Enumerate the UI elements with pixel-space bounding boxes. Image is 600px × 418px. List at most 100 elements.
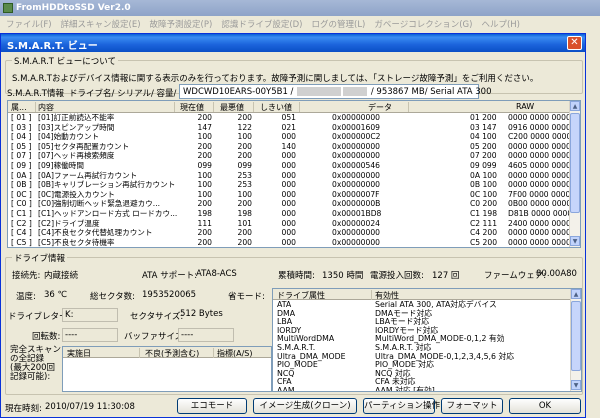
col-worst[interactable]: 最悪値 <box>220 102 244 113</box>
current-value: 200 <box>197 141 213 151</box>
threshold-value: 000 <box>281 132 297 142</box>
worst-value: 253 <box>237 180 253 190</box>
power-count-label: 電源投入回数: <box>370 271 424 281</box>
attr-content: [0C]電源投入カウント <box>38 189 115 199</box>
menu-garbage-collection[interactable]: ガベージコレクション(G) <box>370 16 477 30</box>
col-attr-id[interactable]: 属... <box>11 102 27 113</box>
col-threshold[interactable]: しきい値 <box>260 102 292 113</box>
clone-image-button[interactable]: イメージ生成(クローン) <box>253 398 357 414</box>
attr-scroll-thumb[interactable] <box>571 301 581 371</box>
col-data[interactable]: データ <box>368 102 392 113</box>
data-value: 0x00001BD8 <box>332 208 382 218</box>
attr-validity: AAM 対応 [有効] <box>375 385 435 392</box>
attr-scroll-up-icon[interactable]: ▲ <box>571 289 581 299</box>
attr-content: [C6]エラー訂正不能率 <box>38 247 115 248</box>
current-value: 100 <box>197 132 213 142</box>
worst-value: 200 <box>237 228 253 238</box>
current-value: 200 <box>178 247 212 248</box>
ok-button[interactable]: OK <box>509 398 581 414</box>
app-menubar: ファイル(F) 詳細スキャン設定(E) 故障予測設定(P) 認識ドライブ設定(D… <box>0 16 600 30</box>
dialog-title: S.M.A.R.T. ビュー <box>7 41 98 52</box>
smart-row[interactable]: [ 03 ] [03]スピンアップ時間 147 122 021 0x00001609 03 … <box>8 122 571 133</box>
menu-file[interactable]: ファイル(F) <box>2 16 57 30</box>
data-value: 0x00000000 <box>332 151 380 161</box>
serial-redacted-2 <box>343 87 368 96</box>
close-button[interactable]: ✕ <box>567 36 582 50</box>
raw-head: 0B 100 <box>470 180 497 190</box>
about-text: S.M.A.R.Tおよびデバイス情報に関する表示のみを行っております。故障予測に… <box>12 74 539 84</box>
col-raw[interactable]: RAW <box>516 102 534 111</box>
col-current[interactable]: 現在値 <box>180 102 204 113</box>
scroll-thumb[interactable] <box>570 113 580 213</box>
current-value: 111 <box>197 218 213 228</box>
full-scan-history-table[interactable]: 実施日 不良(予測含む) 指標(A/S) <box>62 346 272 392</box>
raw-tail: 2400 0000 0000 <box>508 218 571 228</box>
threshold-value: 140 <box>281 141 297 151</box>
smart-row[interactable]: [ C2 ] [C2]ドライブ温度 111 101 000 0x00000024 C2 11… <box>8 218 571 229</box>
raw-head: C5 200 <box>470 237 498 247</box>
smart-row[interactable]: [ 0B ] [0B]キャリブレーション再試行カウント 100 253 000 0x000… <box>8 180 571 190</box>
col-index[interactable]: 指標(A/S) <box>217 348 253 359</box>
raw-tail: 7F00 0000 0000 <box>508 189 571 199</box>
smart-table-body: [ 01 ] [01]訂正前読込不能率 200 200 051 0x00000000 01 … <box>8 113 572 248</box>
smart-row[interactable]: [ C0 ] [C0]強制切断ヘッド緊急退避カウ... 200 200 000 0x000… <box>8 199 571 209</box>
menu-log[interactable]: ログの管理(L) <box>308 16 371 30</box>
smart-row[interactable]: [ 0A ] [0A]ファーム再試行カウント 100 253 000 0x00000000… <box>8 171 571 181</box>
current-value: 147 <box>197 122 213 132</box>
raw-head: 07 200 <box>470 151 497 161</box>
format-button[interactable]: フォーマット <box>441 398 503 414</box>
smart-row[interactable]: [ 07 ] [07]ヘッド再検索頻度 200 200 000 0x00000000 07 … <box>8 151 571 161</box>
smart-row[interactable]: [ 01 ] [01]訂正前読込不能率 200 200 051 0x00000000 01 … <box>8 113 571 123</box>
smart-row[interactable]: [ 04 ] [04]始動カウント 100 100 000 0x000000C2 04 10… <box>8 132 571 142</box>
current-time-value: 2010/07/19 11:30:08 <box>45 402 135 412</box>
attr-content: [C2]ドライブ温度 <box>38 218 100 228</box>
raw-head: C2 111 <box>470 218 498 228</box>
smart-row[interactable]: [ 05 ] [05]セクタ再配置カウント 200 200 140 0x00000000 0… <box>8 141 571 152</box>
threshold-value: 000 <box>281 160 297 170</box>
power-count-value: 127 回 <box>432 271 460 281</box>
threshold-value: 000 <box>281 237 297 247</box>
smart-row[interactable]: [ 0C ] [0C]電源投入カウント 100 100 000 0x0000007F 0C … <box>8 190 570 200</box>
smart-table-scrollbar[interactable]: ▲ ▼ <box>569 101 580 247</box>
attr-id: [ 0B ] <box>11 180 32 190</box>
app-titlebar: FromHDDtoSSD Ver2.0 <box>0 0 600 16</box>
attr-content: [09]稼働時間 <box>38 160 84 170</box>
current-value: 200 <box>197 151 213 161</box>
threshold-value: 051 <box>281 113 297 122</box>
drive-attribute-list[interactable]: ドライブ属性 有効性 ATA Serial ATA 300, ATA対応デバイス D… <box>272 288 582 392</box>
current-value: 100 <box>197 189 213 199</box>
partition-button[interactable]: パーティション操作 <box>363 398 440 414</box>
eco-mode-button[interactable]: エコモード <box>177 398 247 414</box>
smart-row[interactable]: [ C6 ] [C6]エラー訂正不能率 200 200 000 0x00000000 C6 … <box>8 247 570 248</box>
scroll-up-arrow-icon[interactable]: ▲ <box>570 101 580 111</box>
col-content[interactable]: 内容 <box>38 102 54 113</box>
smart-row[interactable]: [ 09 ] [09]稼働時間 099 099 000 0x00000546 09 099 4… <box>8 160 571 171</box>
attr-content: [C1]ヘッドアンロード方式 ロードカウ... <box>38 208 178 218</box>
attr-list-scrollbar[interactable]: ▲ ▼ <box>570 289 581 391</box>
smart-row[interactable]: [ C4 ] [C4]不良セクタ代替処理カウント 200 200 000 0x000000… <box>8 228 571 238</box>
attr-id: [ C2 ] <box>11 218 32 228</box>
smart-row[interactable]: [ C1 ] [C1]ヘッドアンロード方式 ロードカウ... 198 198 000 0x… <box>8 208 572 219</box>
data-value: 0x0000000B <box>332 199 381 209</box>
scroll-down-arrow-icon[interactable]: ▼ <box>570 236 580 246</box>
attr-content: [0B]キャリブレーション再試行カウント <box>38 180 176 190</box>
attr-row[interactable]: AAM AAM 対応 [有効] <box>273 385 571 392</box>
threshold-value: 000 <box>281 218 297 228</box>
current-value: 200 <box>197 199 213 209</box>
raw-head: 0C 100 <box>470 189 498 199</box>
data-value: 0x000000C2 <box>332 132 381 142</box>
col-bad-sectors[interactable]: 不良(予測含む) <box>145 348 199 359</box>
menu-scan-settings[interactable]: 詳細スキャン設定(E) <box>57 16 146 30</box>
attr-row[interactable]: NCQ NCQ 対応 <box>273 369 571 379</box>
menu-help[interactable]: ヘルプ(H) <box>477 16 525 30</box>
menu-drive-settings[interactable]: 認識ドライブ設定(D) <box>217 16 307 30</box>
buffer-label: バッファサイズ: <box>124 332 187 342</box>
smart-row[interactable]: [ C5 ] [C5]不良セクタ待機率 200 200 000 0x00000000 C5 … <box>8 237 571 247</box>
smart-attribute-table[interactable]: 属... 内容 現在値 最悪値 しきい値 データ RAW [ 01 ] [01]訂… <box>7 100 581 248</box>
attr-row[interactable]: PIO_MODE PIO_MODE 対応 <box>273 361 571 370</box>
attr-scroll-down-icon[interactable]: ▼ <box>571 380 581 390</box>
menu-prediction-settings[interactable]: 故障予測設定(P) <box>146 16 218 30</box>
worst-value: 122 <box>237 122 253 132</box>
col-scan-date[interactable]: 実施日 <box>67 348 91 359</box>
attr-content: [07]ヘッド再検索頻度 <box>38 151 115 161</box>
